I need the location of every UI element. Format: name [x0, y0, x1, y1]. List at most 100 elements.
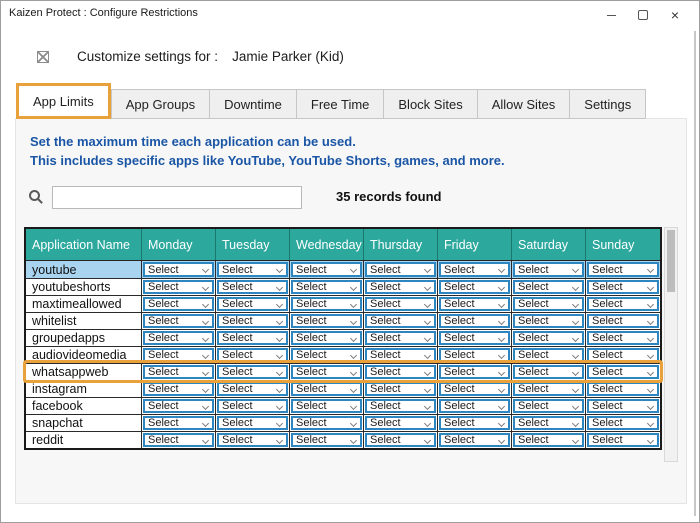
select-dropdown-wednesday[interactable]: Select: [291, 297, 362, 311]
select-dropdown-saturday[interactable]: Select: [513, 297, 584, 311]
app-name-cell[interactable]: facebook: [26, 398, 142, 414]
app-name-cell[interactable]: whitelist: [26, 313, 142, 329]
app-name-cell[interactable]: whatsappweb: [26, 364, 142, 380]
tab-settings[interactable]: Settings: [569, 89, 647, 119]
select-dropdown-sunday[interactable]: Select: [587, 433, 659, 447]
select-dropdown-monday[interactable]: Select: [143, 433, 214, 447]
select-dropdown-thursday[interactable]: Select: [365, 331, 436, 345]
select-dropdown-monday[interactable]: Select: [143, 331, 214, 345]
select-dropdown-thursday[interactable]: Select: [365, 297, 436, 311]
app-name-cell[interactable]: youtube: [26, 261, 142, 278]
select-dropdown-monday[interactable]: Select: [143, 382, 214, 396]
window-scrollbar[interactable]: [694, 31, 696, 516]
select-dropdown-sunday[interactable]: Select: [587, 365, 659, 379]
minimize-button[interactable]: [595, 3, 627, 27]
app-name-cell[interactable]: youtubeshorts: [26, 279, 142, 295]
tab-allow-sites[interactable]: Allow Sites: [476, 89, 570, 119]
select-dropdown-monday[interactable]: Select: [143, 416, 214, 430]
select-dropdown-wednesday[interactable]: Select: [291, 280, 362, 294]
select-dropdown-thursday[interactable]: Select: [365, 314, 436, 328]
select-dropdown-monday[interactable]: Select: [143, 297, 214, 311]
select-dropdown-friday[interactable]: Select: [439, 416, 510, 430]
select-dropdown-friday[interactable]: Select: [439, 433, 510, 447]
select-dropdown-monday[interactable]: Select: [143, 365, 214, 379]
select-dropdown-saturday[interactable]: Select: [513, 280, 584, 294]
select-dropdown-saturday[interactable]: Select: [513, 348, 584, 362]
select-dropdown-sunday[interactable]: Select: [587, 348, 659, 362]
app-name-cell[interactable]: audiovideomedia: [26, 347, 142, 363]
select-dropdown-wednesday[interactable]: Select: [291, 365, 362, 379]
select-dropdown-sunday[interactable]: Select: [587, 280, 659, 294]
select-dropdown-sunday[interactable]: Select: [587, 262, 659, 277]
table-scrollbar-thumb[interactable]: [667, 230, 675, 292]
app-name-cell[interactable]: reddit: [26, 432, 142, 448]
select-dropdown-thursday[interactable]: Select: [365, 399, 436, 413]
select-dropdown-friday[interactable]: Select: [439, 399, 510, 413]
app-name-cell[interactable]: groupedapps: [26, 330, 142, 346]
select-dropdown-saturday[interactable]: Select: [513, 416, 584, 430]
select-dropdown-friday[interactable]: Select: [439, 348, 510, 362]
select-dropdown-tuesday[interactable]: Select: [217, 382, 288, 396]
select-dropdown-monday[interactable]: Select: [143, 262, 214, 277]
select-dropdown-wednesday[interactable]: Select: [291, 399, 362, 413]
select-dropdown-friday[interactable]: Select: [439, 382, 510, 396]
select-dropdown-monday[interactable]: Select: [143, 280, 214, 294]
select-dropdown-tuesday[interactable]: Select: [217, 348, 288, 362]
app-name-cell[interactable]: snapchat: [26, 415, 142, 431]
select-dropdown-saturday[interactable]: Select: [513, 399, 584, 413]
select-dropdown-saturday[interactable]: Select: [513, 314, 584, 328]
select-dropdown-wednesday[interactable]: Select: [291, 314, 362, 328]
tab-block-sites[interactable]: Block Sites: [383, 89, 477, 119]
select-dropdown-wednesday[interactable]: Select: [291, 416, 362, 430]
select-dropdown-tuesday[interactable]: Select: [217, 280, 288, 294]
select-dropdown-tuesday[interactable]: Select: [217, 297, 288, 311]
tab-free-time[interactable]: Free Time: [295, 89, 384, 119]
select-dropdown-wednesday[interactable]: Select: [291, 382, 362, 396]
select-dropdown-thursday[interactable]: Select: [365, 416, 436, 430]
select-dropdown-tuesday[interactable]: Select: [217, 314, 288, 328]
select-dropdown-friday[interactable]: Select: [439, 365, 510, 379]
select-dropdown-tuesday[interactable]: Select: [217, 262, 288, 277]
select-dropdown-thursday[interactable]: Select: [365, 348, 436, 362]
select-dropdown-friday[interactable]: Select: [439, 280, 510, 294]
select-dropdown-saturday[interactable]: Select: [513, 382, 584, 396]
tab-app-limits[interactable]: App Limits: [16, 83, 111, 119]
app-name-cell[interactable]: maxtimeallowed: [26, 296, 142, 312]
close-button[interactable]: ×: [659, 3, 691, 27]
select-dropdown-friday[interactable]: Select: [439, 297, 510, 311]
select-dropdown-monday[interactable]: Select: [143, 348, 214, 362]
app-name-cell[interactable]: instagram: [26, 381, 142, 397]
select-dropdown-tuesday[interactable]: Select: [217, 399, 288, 413]
select-dropdown-friday[interactable]: Select: [439, 314, 510, 328]
select-dropdown-thursday[interactable]: Select: [365, 433, 436, 447]
search-input[interactable]: [52, 186, 302, 209]
select-dropdown-wednesday[interactable]: Select: [291, 433, 362, 447]
select-dropdown-friday[interactable]: Select: [439, 331, 510, 345]
tab-app-groups[interactable]: App Groups: [110, 89, 210, 119]
select-dropdown-sunday[interactable]: Select: [587, 297, 659, 311]
select-dropdown-sunday[interactable]: Select: [587, 331, 659, 345]
maximize-button[interactable]: [627, 3, 659, 27]
select-dropdown-tuesday[interactable]: Select: [217, 433, 288, 447]
select-dropdown-saturday[interactable]: Select: [513, 331, 584, 345]
select-dropdown-sunday[interactable]: Select: [587, 399, 659, 413]
table-scrollbar[interactable]: [664, 227, 678, 462]
select-dropdown-monday[interactable]: Select: [143, 314, 214, 328]
select-dropdown-saturday[interactable]: Select: [513, 433, 584, 447]
select-dropdown-tuesday[interactable]: Select: [217, 416, 288, 430]
select-dropdown-friday[interactable]: Select: [439, 262, 510, 277]
select-dropdown-wednesday[interactable]: Select: [291, 331, 362, 345]
select-dropdown-wednesday[interactable]: Select: [291, 348, 362, 362]
select-dropdown-saturday[interactable]: Select: [513, 262, 584, 277]
select-dropdown-saturday[interactable]: Select: [513, 365, 584, 379]
select-dropdown-sunday[interactable]: Select: [587, 382, 659, 396]
tab-downtime[interactable]: Downtime: [209, 89, 296, 119]
select-dropdown-sunday[interactable]: Select: [587, 416, 659, 430]
select-dropdown-thursday[interactable]: Select: [365, 280, 436, 294]
select-dropdown-sunday[interactable]: Select: [587, 314, 659, 328]
select-dropdown-tuesday[interactable]: Select: [217, 365, 288, 379]
select-dropdown-tuesday[interactable]: Select: [217, 331, 288, 345]
select-dropdown-monday[interactable]: Select: [143, 399, 214, 413]
select-dropdown-thursday[interactable]: Select: [365, 262, 436, 277]
select-dropdown-thursday[interactable]: Select: [365, 382, 436, 396]
